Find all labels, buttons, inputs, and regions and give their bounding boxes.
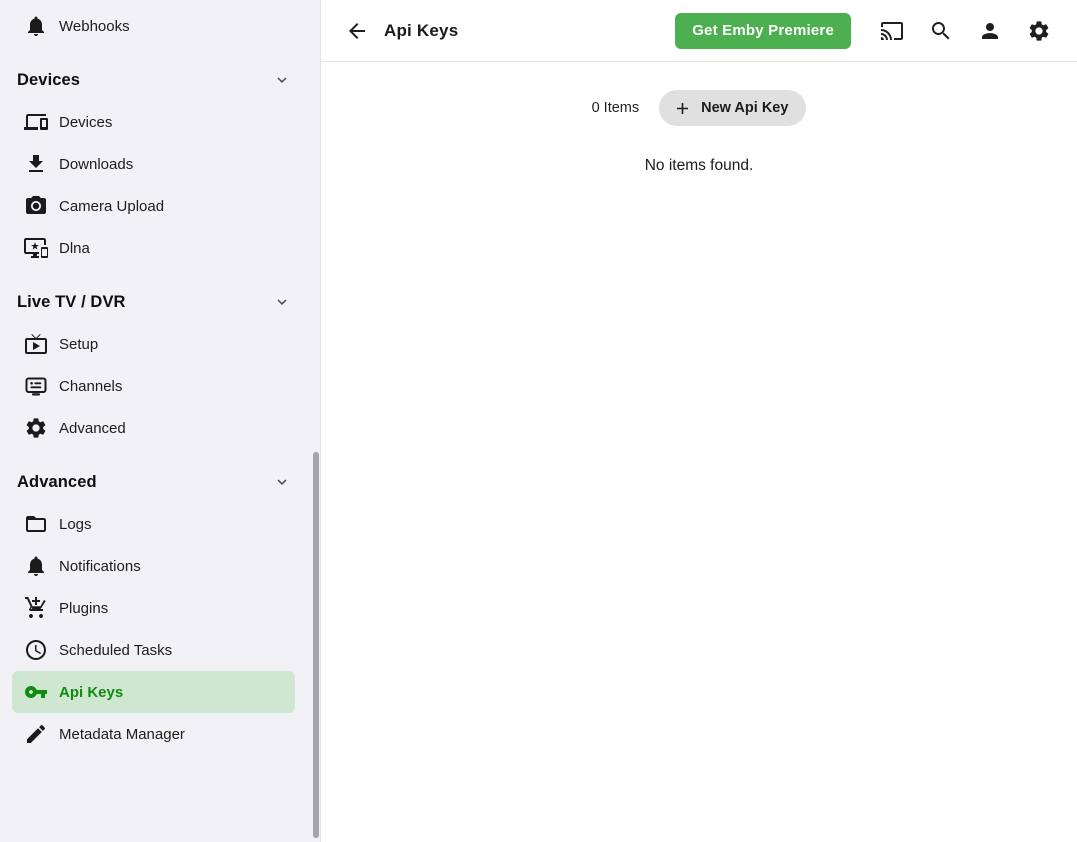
search-icon[interactable] <box>929 19 953 43</box>
sidebar-item-label: Dlna <box>59 240 90 257</box>
sidebar-item-label: Notifications <box>59 558 141 575</box>
new-api-key-button-label: New Api Key <box>701 100 788 116</box>
sidebar: Webhooks Devices Devices Downloads Camera Up… <box>0 0 321 842</box>
item-highlight <box>12 323 295 365</box>
sidebar-item-channels[interactable]: Channels <box>0 365 320 407</box>
empty-state-message: No items found. <box>321 157 1077 175</box>
sidebar-item-label: Plugins <box>59 600 108 617</box>
plus-icon <box>673 99 692 118</box>
cart-plus-icon <box>24 596 48 620</box>
settings-gear-icon[interactable] <box>1027 19 1051 43</box>
back-arrow-icon[interactable] <box>345 19 369 43</box>
list-toolbar: 0 Items New Api Key <box>321 90 1077 126</box>
chevron-down-icon[interactable] <box>273 71 291 89</box>
item-highlight <box>12 407 295 449</box>
page-title: Api Keys <box>384 21 458 41</box>
new-api-key-button[interactable]: New Api Key <box>659 90 806 126</box>
gear-icon <box>24 416 48 440</box>
sidebar-item-api-keys[interactable]: Api Keys <box>0 671 320 713</box>
item-highlight <box>12 227 295 269</box>
section-header-label: Devices <box>17 71 80 90</box>
sidebar-section-header-devices[interactable]: Devices <box>0 59 320 101</box>
item-highlight <box>12 101 295 143</box>
app-window: Webhooks Devices Devices Downloads Camera Up… <box>0 0 1077 842</box>
header-actions: Get Emby Premiere <box>675 13 1051 49</box>
get-emby-premiere-button[interactable]: Get Emby Premiere <box>675 13 851 49</box>
item-highlight <box>12 503 295 545</box>
sidebar-item-setup[interactable]: Setup <box>0 323 320 365</box>
sidebar-item-label: Metadata Manager <box>59 726 185 743</box>
pencil-icon <box>24 722 48 746</box>
important-devices-icon <box>24 236 48 260</box>
sidebar-item-label: Channels <box>59 378 122 395</box>
item-highlight <box>12 671 295 713</box>
item-highlight <box>12 365 295 407</box>
item-highlight <box>12 5 295 47</box>
section-header-label: Live TV / DVR <box>17 293 126 312</box>
bell-icon <box>24 554 48 578</box>
sidebar-item-notifications[interactable]: Notifications <box>0 545 320 587</box>
sidebar-item-label: Scheduled Tasks <box>59 642 172 659</box>
channel-list-icon <box>24 374 48 398</box>
sidebar-item-plugins[interactable]: Plugins <box>0 587 320 629</box>
download-icon <box>24 152 48 176</box>
sidebar-item-camera-upload[interactable]: Camera Upload <box>0 185 320 227</box>
folder-icon <box>24 512 48 536</box>
sidebar-item-downloads[interactable]: Downloads <box>0 143 320 185</box>
top-header: Api Keys Get Emby Premiere <box>321 0 1077 62</box>
item-highlight <box>12 587 295 629</box>
sidebar-item-label: Logs <box>59 516 92 533</box>
items-count: 0 Items <box>592 100 640 116</box>
devices-icon <box>24 110 48 134</box>
sidebar-item-logs[interactable]: Logs <box>0 503 320 545</box>
chevron-down-icon[interactable] <box>273 293 291 311</box>
chevron-down-icon[interactable] <box>273 473 291 491</box>
content-area: 0 Items New Api Key No items found. <box>321 62 1077 842</box>
sidebar-item-advanced[interactable]: Advanced <box>0 407 320 449</box>
sidebar-item-webhooks[interactable]: Webhooks <box>0 5 320 47</box>
sidebar-item-label: Downloads <box>59 156 133 173</box>
item-highlight <box>12 143 295 185</box>
sidebar-section-header-advanced[interactable]: Advanced <box>0 461 320 503</box>
sidebar-item-dlna[interactable]: Dlna <box>0 227 320 269</box>
sidebar-item-label: Api Keys <box>59 684 123 701</box>
main-area: Api Keys Get Emby Premiere 0 Items New A… <box>321 0 1077 842</box>
sidebar-item-label: Devices <box>59 114 112 131</box>
live-tv-icon <box>24 332 48 356</box>
sidebar-item-devices[interactable]: Devices <box>0 101 320 143</box>
sidebar-section-header-live-tv-dvr[interactable]: Live TV / DVR <box>0 281 320 323</box>
user-icon[interactable] <box>978 19 1002 43</box>
camera-icon <box>24 194 48 218</box>
clock-icon <box>24 638 48 662</box>
sidebar-item-label: Setup <box>59 336 98 353</box>
sidebar-scrollbar-thumb[interactable] <box>313 452 319 838</box>
sidebar-item-scheduled-tasks[interactable]: Scheduled Tasks <box>0 629 320 671</box>
key-icon <box>24 680 48 704</box>
sidebar-item-label: Webhooks <box>59 18 130 35</box>
sidebar-item-metadata-manager[interactable]: Metadata Manager <box>0 713 320 755</box>
item-highlight <box>12 545 295 587</box>
section-header-label: Advanced <box>17 473 97 492</box>
sidebar-item-label: Advanced <box>59 420 126 437</box>
bell-icon <box>24 14 48 38</box>
sidebar-item-label: Camera Upload <box>59 198 164 215</box>
cast-icon[interactable] <box>880 19 904 43</box>
